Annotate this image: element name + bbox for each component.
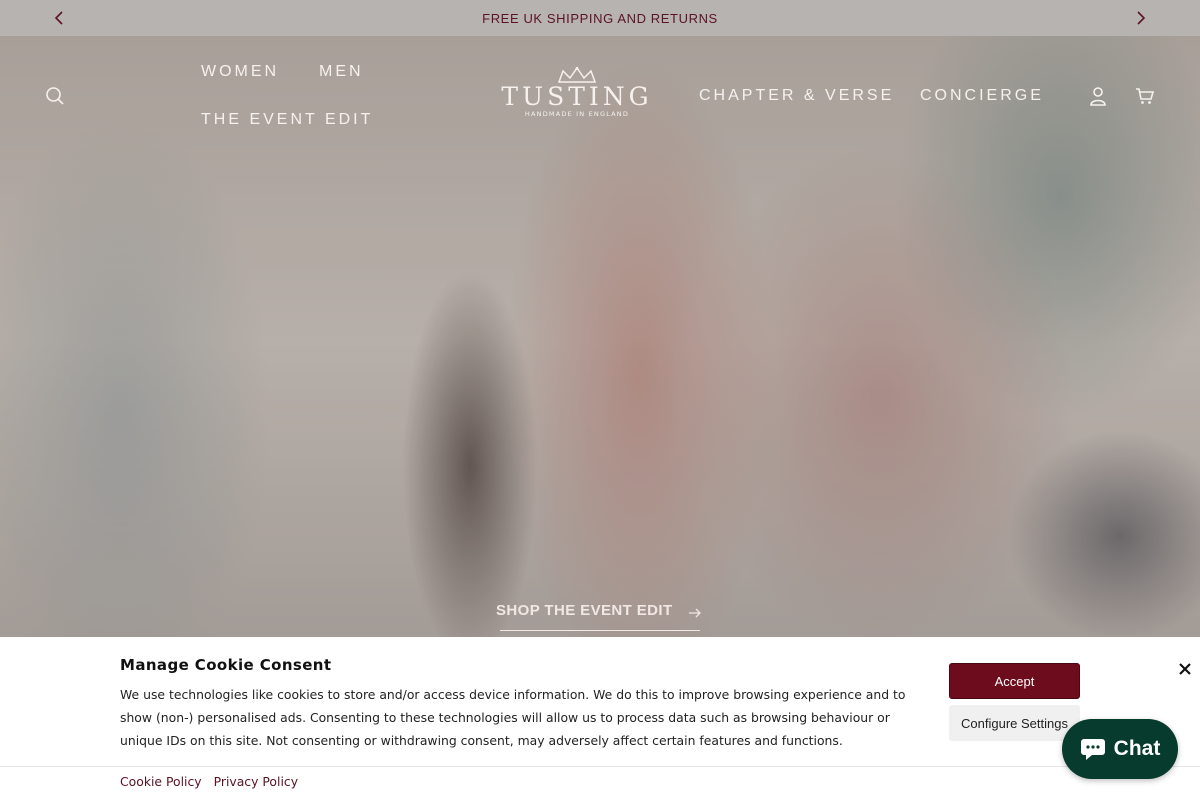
cta-label: SHOP THE EVENT EDIT [496,602,673,619]
announcement-bar: FREE UK SHIPPING AND RETURNS [0,0,1200,36]
announcement-text: FREE UK SHIPPING AND RETURNS [482,10,718,26]
chevron-left-icon[interactable] [48,7,70,29]
chevron-right-icon[interactable] [1130,7,1152,29]
logo-tagline: HANDMADE IN ENGLAND [524,110,630,118]
nav-item-chapter-verse[interactable]: CHAPTER & VERSE [699,87,894,105]
configure-settings-button[interactable]: Configure Settings [949,705,1080,741]
cookie-links: Cookie Policy Privacy Policy [120,774,306,789]
cart-icon[interactable] [1132,83,1158,109]
nav-item-event-edit[interactable]: THE EVENT EDIT [201,111,373,129]
nav-item-men[interactable]: MEN [319,63,364,81]
nav-item-concierge[interactable]: CONCIERGE [920,87,1044,105]
arrow-right-icon [688,604,702,623]
shop-event-edit-link[interactable]: SHOP THE EVENT EDIT [496,600,706,632]
cookie-divider [0,766,1200,767]
chat-label: Chat [1113,737,1161,760]
close-icon[interactable] [1173,657,1197,681]
accept-button[interactable]: Accept [949,663,1080,699]
nav-item-women[interactable]: WOMEN [201,63,279,81]
cookie-policy-link[interactable]: Cookie Policy [120,774,202,789]
cookie-consent-banner: Manage Cookie Consent We use technologie… [0,637,1200,800]
cta-underline [500,630,700,631]
account-icon[interactable] [1085,83,1111,109]
chat-button[interactable]: Chat [1062,719,1178,779]
privacy-policy-link[interactable]: Privacy Policy [214,774,298,789]
search-icon[interactable] [42,83,68,109]
chat-bubble-icon [1080,739,1105,760]
cookie-description: We use technologies like cookies to stor… [120,687,906,748]
brand-logo[interactable]: TUSTING HANDMADE IN ENGLAND [494,66,660,128]
logo-wordmark: TUSTING [501,82,653,111]
cookie-title: Manage Cookie Consent [120,656,332,674]
